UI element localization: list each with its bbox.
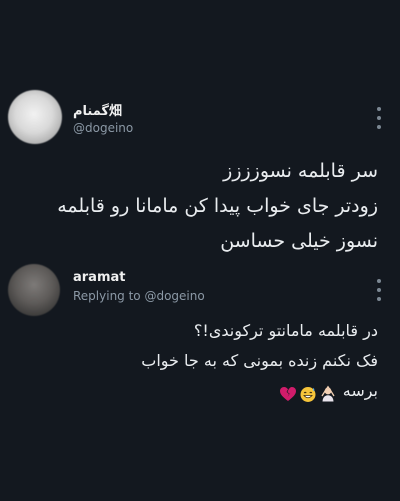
tweet-text-line: سر قابلمه نسوزززز xyxy=(223,160,378,182)
user-handle[interactable]: @dogeino xyxy=(73,121,133,135)
avatar[interactable] xyxy=(8,90,62,144)
tweet-text: سر قابلمه نسوزززز زودتر جای خواب پیدا کن… xyxy=(57,154,378,259)
grinning-sweat-face-icon xyxy=(299,383,317,402)
avatar[interactable] xyxy=(8,264,60,316)
tweet-original[interactable]: گمنام畑 @dogeino سر قابلمه نسوزززز زودتر … xyxy=(0,88,400,252)
tweet-text-line-emoji: برسه xyxy=(141,376,378,406)
woman-gesturing-ok-icon xyxy=(319,383,337,401)
replying-to-text[interactable]: Replying to @dogeino xyxy=(73,289,205,303)
tweet-reply[interactable]: aramat Replying to @dogeino در قابلمه ما… xyxy=(0,250,400,410)
tweet-text-line: فک نکنم زنده بمونی که به جا خواب xyxy=(141,351,378,370)
tweet-text-line: زودتر جای خواب پیدا کن مامانا رو قابلمه xyxy=(57,195,378,217)
tweet-text: در قابلمه مامانتو ترکوندی!؟ فک نکنم زنده… xyxy=(141,316,378,406)
emoji-group xyxy=(277,383,337,402)
display-name[interactable]: aramat xyxy=(73,270,126,285)
more-options-icon[interactable] xyxy=(376,107,382,129)
tweet-text-word: برسه xyxy=(342,381,378,400)
more-options-icon[interactable] xyxy=(376,279,382,301)
display-name[interactable]: گمنام畑 xyxy=(73,100,122,119)
tweet-text-line: در قابلمه مامانتو ترکوندی!؟ xyxy=(193,321,378,340)
broken-heart-icon xyxy=(279,383,297,401)
